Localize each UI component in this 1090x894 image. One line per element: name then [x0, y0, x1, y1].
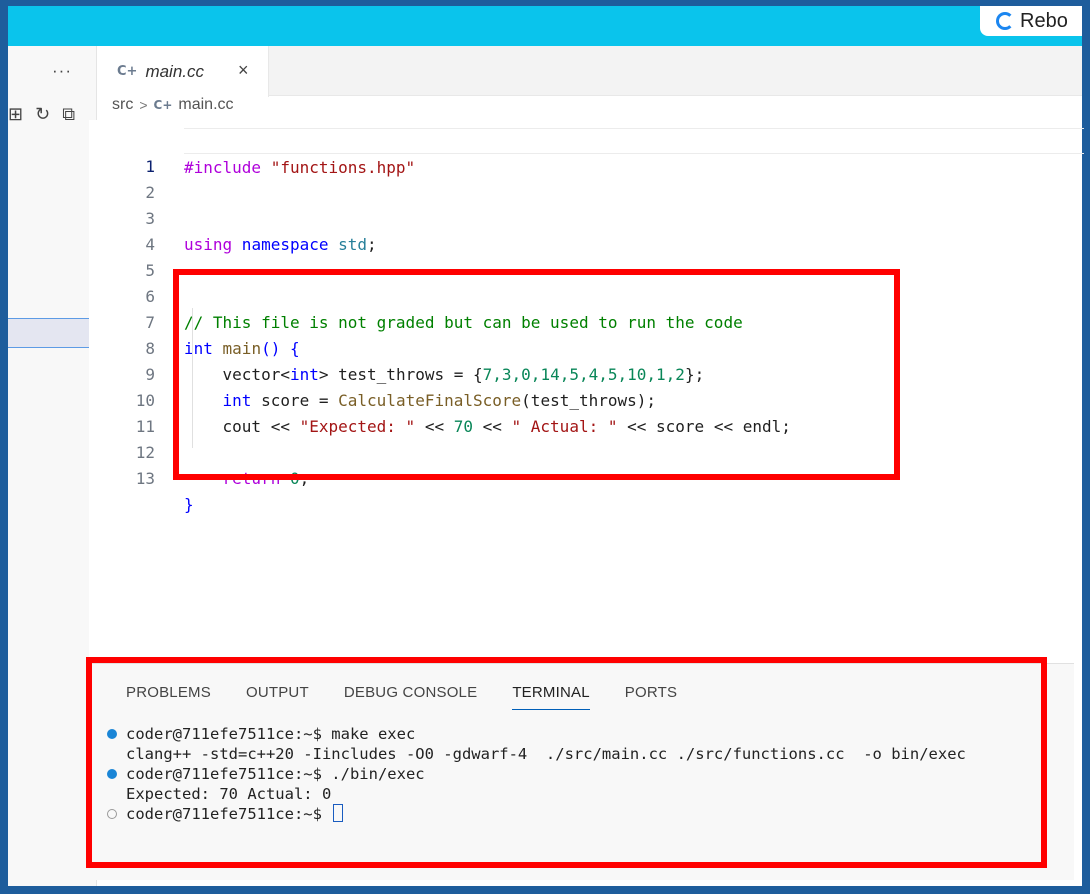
editor-tabs: C+ main.cc ×	[97, 46, 1082, 97]
code-line: 5	[89, 232, 1074, 280]
tab-label: main.cc	[145, 61, 205, 81]
more-actions-icon[interactable]: ···	[52, 61, 72, 81]
tab-main-cc[interactable]: C+ main.cc ×	[97, 46, 269, 97]
refresh-explorer-icon[interactable]: ↻	[35, 104, 50, 125]
close-icon[interactable]: ×	[238, 60, 249, 81]
explorer-actions: ⊞ ↻ ⧉	[8, 104, 75, 125]
breadcrumb: src > C+ main.cc	[112, 96, 234, 114]
breadcrumb-file[interactable]: main.cc	[178, 96, 233, 114]
cpp-file-icon: C+	[117, 64, 138, 79]
new-folder-icon[interactable]: ⊞	[8, 104, 23, 125]
code-line: 2	[89, 154, 1074, 202]
line-number: 13	[135, 469, 155, 488]
collapse-all-icon[interactable]: ⧉	[62, 104, 75, 125]
breadcrumb-folder[interactable]: src	[112, 96, 133, 114]
highlight-box-code	[173, 269, 900, 480]
top-bar: Rebo	[8, 6, 1082, 46]
top-right-button[interactable]: Rebo	[980, 6, 1082, 36]
current-line-highlight: #include "functions.hpp"	[184, 128, 1084, 177]
refresh-icon	[996, 12, 1014, 30]
line-code[interactable]: }	[184, 492, 194, 518]
code-line: 4	[89, 206, 1074, 254]
highlight-box-terminal	[86, 657, 1047, 868]
chevron-right-icon: >	[139, 97, 148, 113]
selected-file-row[interactable]	[8, 318, 96, 348]
top-right-button-label: Rebo	[1020, 9, 1068, 32]
cpp-file-icon: C+	[153, 98, 173, 112]
explorer-sidebar: ··· ⊞ ↻ ⧉	[8, 46, 97, 886]
code-line: 3 using namespace std;	[89, 180, 1074, 254]
